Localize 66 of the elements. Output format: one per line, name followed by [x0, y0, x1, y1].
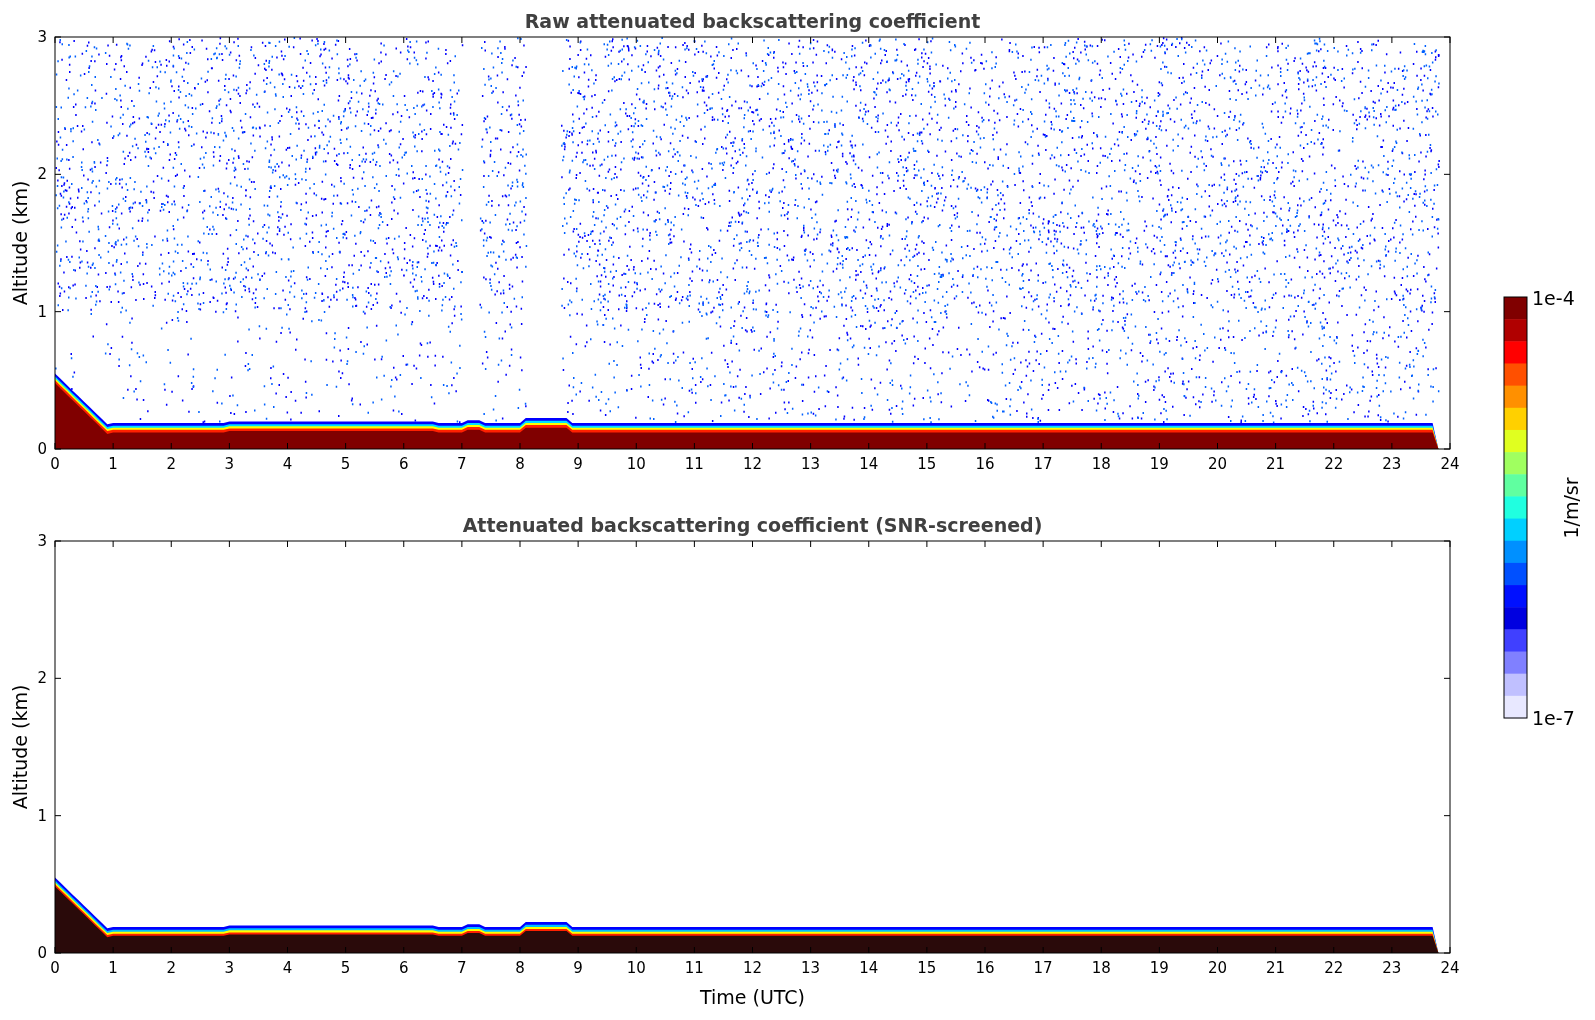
tick-label: 9: [573, 455, 583, 473]
tick-label: 15: [917, 959, 937, 977]
tick-label: 17: [1033, 455, 1053, 473]
tick-label: 12: [742, 455, 763, 473]
tick-label: 17: [1033, 959, 1053, 977]
tick-label: 10: [626, 959, 646, 977]
tick-label: 1: [37, 302, 47, 321]
tick-label: 7: [457, 455, 467, 473]
tick-label: 23: [1382, 959, 1402, 977]
colorbar-label: 1e-4: [1532, 287, 1575, 309]
tick-label: 3: [224, 455, 235, 473]
tick-label: 0: [50, 959, 60, 977]
tick-label: 6: [399, 455, 409, 473]
tick-label: 9: [573, 959, 583, 977]
tick-label: 5: [340, 959, 351, 977]
tick-label: 22: [1324, 959, 1344, 977]
tick-label: 1: [37, 806, 47, 825]
tick-label: 4: [282, 455, 293, 473]
axis-label: Time (UTC): [700, 986, 805, 1008]
tick-label: 16: [975, 455, 995, 473]
tick-label: 14: [859, 959, 879, 977]
tick-label: 2: [37, 165, 47, 184]
tick-label: 13: [801, 455, 821, 473]
tick-label: 8: [515, 959, 525, 977]
tick-label: 16: [975, 959, 995, 977]
axis-label: Altitude (km): [9, 180, 31, 306]
tick-label: 18: [1091, 959, 1111, 977]
tick-label: 19: [1149, 959, 1169, 977]
tick-label: 21: [1266, 959, 1286, 977]
tick-label: 15: [917, 455, 937, 473]
tick-label: 1: [108, 455, 118, 473]
tick-label: 0: [37, 944, 47, 962]
tick-label: 6: [399, 959, 409, 977]
tick-label: 2: [166, 959, 176, 977]
tick-label: 20: [1207, 959, 1228, 977]
tick-label: 8: [515, 455, 525, 473]
tick-label: 3: [224, 959, 235, 977]
tick-label: 11: [684, 455, 704, 473]
plot-title: Attenuated backscattering coefficient (SNR-screened): [462, 514, 1043, 536]
tick-label: 18: [1091, 455, 1111, 473]
tick-label: 3: [37, 532, 47, 550]
tick-label: 2: [37, 669, 47, 688]
tick-label: 11: [684, 959, 704, 977]
tick-label: 24: [1440, 455, 1460, 473]
tick-label: 12: [742, 959, 763, 977]
tick-label: 1: [108, 959, 118, 977]
tick-label: 20: [1207, 455, 1228, 473]
tick-label: 13: [801, 959, 821, 977]
tick-label: 7: [457, 959, 467, 977]
tick-label: 24: [1440, 959, 1460, 977]
tick-label: 23: [1382, 455, 1402, 473]
tick-label: 19: [1149, 455, 1169, 473]
plot-title: Raw attenuated backscattering coefficient: [524, 10, 981, 32]
axis-label: 1/m/sr: [1560, 477, 1582, 539]
tick-label: 10: [626, 455, 646, 473]
tick-label: 21: [1266, 455, 1286, 473]
colorbar-label: 1e-7: [1532, 707, 1575, 729]
tick-label: 2: [166, 455, 176, 473]
tick-label: 14: [859, 455, 879, 473]
tick-label: 4: [282, 959, 293, 977]
tick-label: 5: [340, 455, 351, 473]
tick-label: 0: [50, 455, 60, 473]
tick-label: 3: [37, 28, 47, 46]
tick-label: 0: [37, 440, 47, 458]
axis-label: Altitude (km): [9, 684, 31, 810]
tick-label: 22: [1324, 455, 1344, 473]
